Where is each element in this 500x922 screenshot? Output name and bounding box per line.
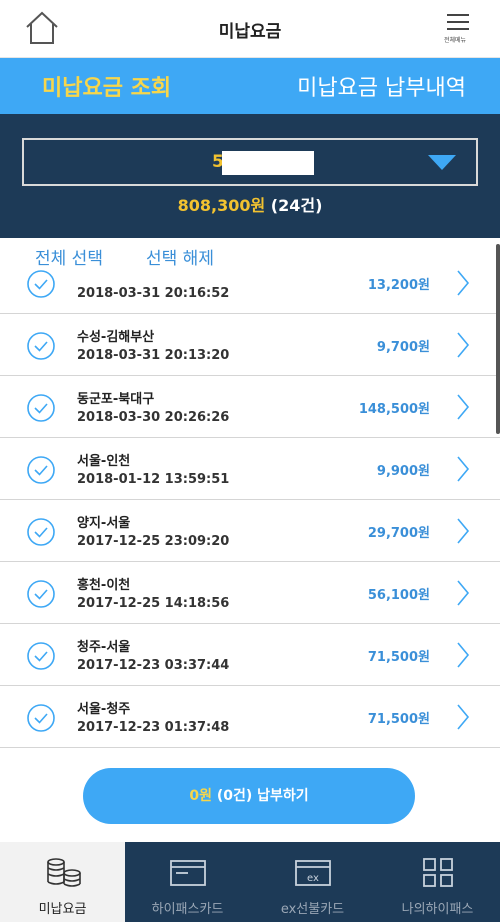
tab-bar: 미납요금 조회 미납요금 납부내역	[0, 58, 500, 114]
list-item[interactable]: 청주-서울 2017-12-23 03:37:44 71,500원	[0, 624, 500, 686]
list-item[interactable]: 양지-서울 2017-12-25 23:09:20 29,700원	[0, 500, 500, 562]
dropdown-arrow-icon	[428, 155, 456, 170]
list-item[interactable]: 홍천-이천 2017-12-25 14:18:56 56,100원	[0, 562, 500, 624]
top-app-bar: 미납요금 전체메뉴	[0, 0, 500, 58]
full-menu-button[interactable]: 전체메뉴	[444, 14, 470, 54]
card-icon	[170, 860, 206, 886]
pay-label: 납부하기	[257, 788, 309, 804]
pay-button[interactable]: 0원 (0건) 납부하기	[83, 768, 415, 824]
chevron-right-icon	[457, 580, 470, 606]
chevron-right-icon	[457, 642, 470, 668]
hamburger-icon-bar	[447, 28, 469, 30]
nav-label-unpaid: 미납요금	[38, 902, 87, 917]
toll-amount: 9,700원	[376, 340, 430, 355]
route-label: 청주-서울	[77, 640, 131, 655]
grid-icon	[423, 858, 453, 887]
route-label: 서울-인천	[77, 454, 131, 469]
tab-payment-history[interactable]: 미납요금 납부내역	[297, 70, 466, 102]
account-select-dropdown[interactable]: 5	[22, 138, 478, 186]
check-circle-icon[interactable]	[26, 703, 56, 733]
check-circle-icon[interactable]	[26, 641, 56, 671]
pay-amount: 0원	[189, 788, 212, 804]
total-amount: 808,300원	[177, 196, 266, 215]
selection-actions: 전체 선택 선택 해제	[0, 238, 500, 272]
toll-amount: 29,700원	[367, 526, 430, 541]
masked-account-number	[222, 151, 314, 175]
total-summary: 808,300원 (24건)	[0, 192, 500, 216]
check-circle-icon[interactable]	[26, 579, 56, 609]
list-scrollbar[interactable]	[496, 244, 500, 434]
chevron-right-icon	[457, 270, 470, 296]
account-panel: 5 808,300원 (24건)	[0, 114, 500, 238]
list-item[interactable]: 서울-인천 2018-01-12 13:59:51 9,900원	[0, 438, 500, 500]
toll-amount: 13,200원	[367, 278, 430, 293]
transaction-datetime: 2018-01-12 13:59:51	[77, 472, 230, 487]
transaction-datetime: 2017-12-23 03:37:44	[77, 658, 230, 673]
transaction-datetime: 2017-12-25 23:09:20	[77, 534, 230, 549]
bottom-navigation: 미납요금 하이패스카드 ex ex선불카드 나의하이패스	[0, 842, 500, 922]
select-all-button[interactable]: 전체 선택	[35, 244, 103, 269]
app-screen: 미납요금 전체메뉴 미납요금 조회 미납요금 납부내역 5 808,300원 (…	[0, 0, 500, 922]
ex-card-icon: ex	[295, 860, 331, 886]
check-circle-icon[interactable]	[26, 455, 56, 485]
nav-item-my-hipass[interactable]: 나의하이패스	[375, 842, 500, 922]
transaction-datetime: 2017-12-23 01:37:48	[77, 720, 230, 735]
nav-label-my-hipass: 나의하이패스	[401, 902, 474, 917]
route-label: 양지-서울	[77, 516, 131, 531]
toll-amount: 56,100원	[367, 588, 430, 603]
unpaid-toll-list: 2018-03-31 20:16:52 13,200원 수성-김해부산 2018…	[0, 270, 500, 750]
transaction-datetime: 2018-03-31 20:16:52	[77, 286, 230, 301]
nav-label-ex-prepaid-card: ex선불카드	[280, 902, 345, 917]
chevron-right-icon	[457, 394, 470, 420]
check-circle-icon[interactable]	[26, 270, 56, 299]
deselect-all-button[interactable]: 선택 해제	[146, 244, 214, 269]
toll-amount: 9,900원	[376, 464, 430, 479]
transaction-datetime: 2017-12-25 14:18:56	[77, 596, 230, 611]
route-label: 서울-청주	[77, 702, 131, 717]
hamburger-icon	[447, 14, 469, 16]
nav-item-ex-prepaid-card[interactable]: ex ex선불카드	[250, 842, 375, 922]
toll-amount: 71,500원	[367, 712, 430, 727]
list-item[interactable]: 서울-청주 2017-12-23 01:37:48 71,500원	[0, 686, 500, 748]
total-count: (24건)	[270, 196, 323, 215]
route-label: 동군포-북대구	[77, 392, 155, 407]
list-item[interactable]: 수성-김해부산 2018-03-31 20:13:20 9,700원	[0, 314, 500, 376]
chevron-right-icon	[457, 456, 470, 482]
coins-icon	[47, 858, 81, 887]
tab-unpaid-inquiry[interactable]: 미납요금 조회	[42, 70, 171, 102]
nav-item-hipass-card[interactable]: 하이패스카드	[125, 842, 250, 922]
chevron-right-icon	[457, 518, 470, 544]
chevron-right-icon	[457, 704, 470, 730]
hamburger-icon-bar	[447, 21, 469, 23]
nav-label-hipass-card: 하이패스카드	[151, 902, 224, 917]
list-item[interactable]: 동군포-북대구 2018-03-30 20:26:26 148,500원	[0, 376, 500, 438]
route-label: 홍천-이천	[77, 578, 131, 593]
page-title: 미납요금	[218, 22, 282, 42]
list-item[interactable]: 2018-03-31 20:16:52 13,200원	[0, 270, 500, 314]
route-label: 수성-김해부산	[77, 330, 155, 345]
pay-count: (0건)	[216, 788, 253, 804]
check-circle-icon[interactable]	[26, 517, 56, 547]
svg-text:ex: ex	[307, 873, 319, 884]
menu-caption: 전체메뉴	[443, 37, 467, 44]
chevron-right-icon	[457, 332, 470, 358]
nav-item-unpaid[interactable]: 미납요금	[0, 842, 125, 922]
toll-amount: 148,500원	[358, 402, 430, 417]
check-circle-icon[interactable]	[26, 393, 56, 423]
transaction-datetime: 2018-03-30 20:26:26	[77, 410, 230, 425]
check-circle-icon[interactable]	[26, 331, 56, 361]
transaction-datetime: 2018-03-31 20:13:20	[77, 348, 230, 363]
toll-amount: 71,500원	[367, 650, 430, 665]
